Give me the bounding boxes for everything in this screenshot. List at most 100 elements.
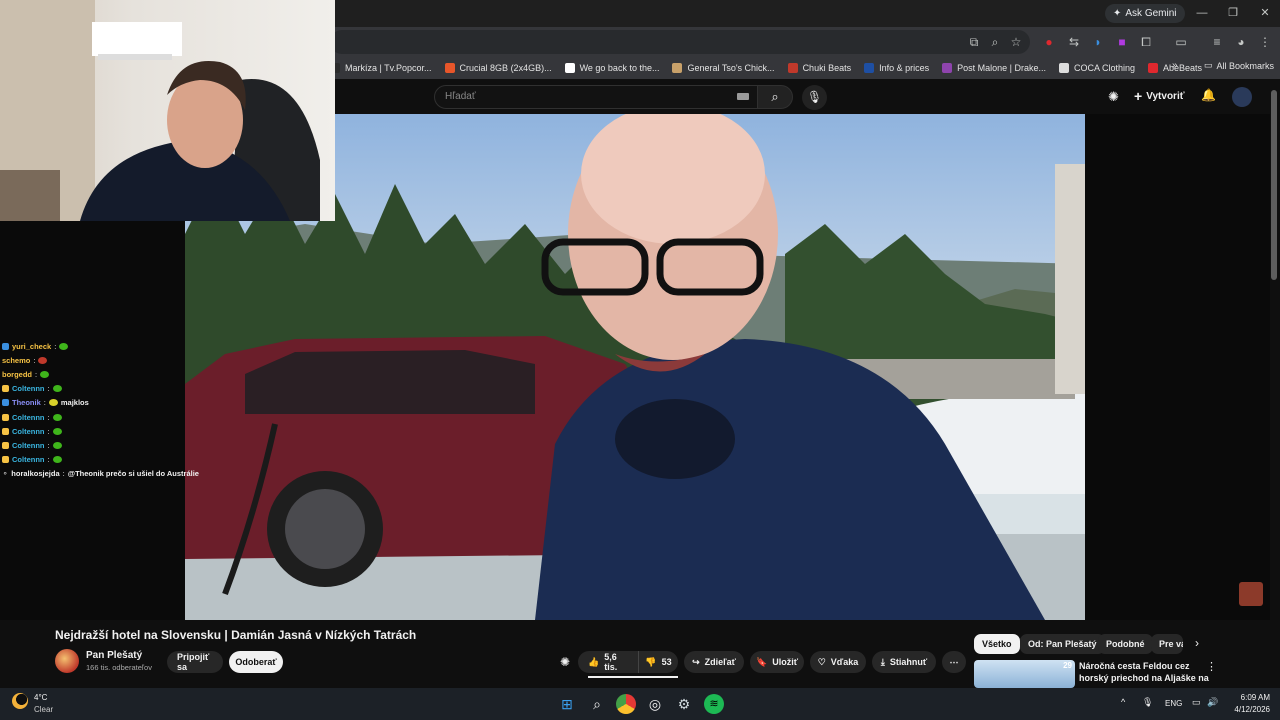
bookmark[interactable]: We go back to the...	[564, 63, 659, 73]
recommended-thumbnail[interactable]: 29	[974, 660, 1075, 688]
share-button[interactable]: ↪ Zdieľať	[684, 651, 744, 673]
microphone-icon[interactable]: 🎙	[1142, 697, 1153, 708]
gemini-icon: ✦	[1113, 8, 1122, 19]
emote-icon	[52, 385, 62, 393]
bookmark[interactable]: General Tso's Chick...	[672, 63, 775, 73]
puzzle-icon[interactable]: ⧠	[1137, 33, 1155, 51]
sparkle-icon[interactable]: ✺	[1108, 89, 1119, 105]
bookmark[interactable]: Info & prices	[864, 63, 929, 73]
extension-icon[interactable]: ■	[1113, 33, 1131, 51]
chat-text: majklos	[60, 398, 89, 408]
more-actions-icon[interactable]: ⋯	[942, 651, 966, 673]
bookmark-favicon	[787, 63, 798, 73]
emote-icon	[59, 342, 69, 350]
scrollbar[interactable]	[1271, 90, 1277, 280]
volume-icon[interactable]: 🔊	[1207, 697, 1218, 708]
download-button[interactable]: ⤓ Stiahnuť	[872, 651, 936, 673]
bookmark-favicon	[1148, 63, 1159, 73]
maximize-icon[interactable]: ❐	[1218, 4, 1248, 22]
search-icon[interactable]: ⌕	[757, 85, 793, 109]
clock-date[interactable]: 4/12/2026	[1222, 705, 1270, 714]
extension-icon[interactable]: ●	[1040, 33, 1058, 51]
address-bar[interactable]	[330, 30, 1030, 54]
install-icon[interactable]: ⧉	[965, 33, 983, 51]
all-bookmarks-button[interactable]: ▭ All Bookmarks	[1204, 60, 1274, 71]
chevron-right-icon[interactable]: »	[1172, 60, 1178, 71]
ask-gemini-button[interactable]: ✦ Ask Gemini	[1105, 4, 1185, 23]
bookmark-label: Markíza | Tv.Popcor...	[345, 63, 432, 73]
profile-avatar[interactable]: ◕	[1232, 33, 1250, 51]
cast-icon[interactable]: ▭	[1172, 33, 1190, 51]
chat-message: borgedd:	[2, 367, 192, 381]
chat-message: schemo:	[2, 353, 192, 367]
bookmark[interactable]: COCA Clothing	[1059, 63, 1135, 73]
more-options-icon[interactable]: ⋮	[1206, 660, 1217, 673]
all-bookmarks-label: All Bookmarks	[1216, 60, 1275, 71]
steam-icon[interactable]: ⚙	[674, 694, 694, 714]
avatar[interactable]	[1239, 582, 1263, 606]
download-icon: ⤓	[880, 656, 885, 667]
language-indicator[interactable]: ENG	[1165, 699, 1182, 708]
emote-icon	[52, 413, 62, 421]
clock-time[interactable]: 6:09 AM	[1222, 693, 1270, 702]
like-ratio-bar	[588, 676, 678, 678]
sparkle-icon[interactable]: ✺	[560, 655, 570, 669]
chip-related[interactable]: Podobné	[1098, 634, 1153, 654]
chevron-right-icon[interactable]: ›	[1195, 636, 1199, 650]
bookmark[interactable]: Post Malone | Drake...	[942, 63, 1046, 73]
channel-name[interactable]: Pan Plešatý	[86, 650, 142, 661]
thanks-button[interactable]: ♡ Vďaka	[810, 651, 866, 673]
keyboard-icon[interactable]	[737, 93, 749, 100]
bookmark[interactable]: Markíza | Tv.Popcor...	[330, 63, 432, 73]
emote-icon	[40, 370, 50, 378]
minimize-icon[interactable]: —	[1187, 4, 1217, 22]
heart-dollar-icon: ♡	[817, 656, 826, 667]
search-icon[interactable]: ⌕	[587, 694, 607, 714]
rec-badge: 29	[1063, 661, 1072, 670]
zoom-icon[interactable]: ⌕	[986, 33, 1004, 51]
windows-start-icon[interactable]: ⊞	[557, 694, 577, 714]
bell-icon[interactable]: 🔔	[1201, 88, 1216, 102]
bookmark-label: COCA Clothing	[1074, 63, 1136, 73]
badge-icon	[2, 342, 9, 350]
chat-username: Coltennn	[12, 384, 45, 394]
chip-from-channel[interactable]: Od: Pan Plešatý	[1020, 634, 1105, 654]
create-button[interactable]: + Vytvoriť	[1134, 88, 1185, 104]
search-input[interactable]: Hľadať	[434, 85, 758, 109]
dislike-count: 53	[661, 657, 672, 667]
weather-desc[interactable]: Clear	[34, 705, 53, 714]
chip-for-you[interactable]: Pre vás	[1151, 634, 1183, 654]
chat-message: Coltennn:	[2, 453, 192, 467]
like-button[interactable]: 👍 5,6 tis.	[578, 651, 638, 673]
join-button[interactable]: Pripojiť sa	[167, 651, 223, 673]
chip-all[interactable]: Všetko	[974, 634, 1020, 654]
menu-icon[interactable]: ⋮	[1256, 33, 1274, 51]
moon-icon[interactable]	[12, 693, 28, 709]
like-count: 5,6 tis.	[604, 652, 618, 672]
dislike-button[interactable]: 👎 53	[638, 651, 678, 673]
weather-temp[interactable]: 4°C	[34, 693, 47, 702]
ask-gemini-label: Ask Gemini	[1125, 8, 1177, 19]
bookmark[interactable]: Crucial 8GB (2x4GB)...	[444, 63, 552, 73]
network-icon[interactable]: ▭	[1192, 697, 1201, 708]
chrome-icon[interactable]	[616, 694, 636, 714]
spotify-icon[interactable]: ≋	[704, 694, 724, 714]
extension-icon[interactable]: ◗	[1089, 33, 1107, 51]
extension-icon[interactable]: ⇆	[1065, 33, 1083, 51]
emote-icon	[52, 456, 62, 464]
queue-icon[interactable]: ≡	[1208, 33, 1226, 51]
bookmark[interactable]: Chuki Beats	[787, 63, 851, 73]
chat-message: Theonik: majklos	[2, 396, 192, 410]
channel-avatar[interactable]	[55, 649, 79, 673]
app-icon[interactable]: ◎	[645, 694, 665, 714]
chat-username: Theonik	[12, 398, 41, 408]
avatar[interactable]	[1232, 87, 1252, 107]
video-title: Nejdražší hotel na Slovensku | Damián Ja…	[55, 628, 417, 642]
chat-username: Coltennn	[12, 412, 45, 422]
close-icon[interactable]: ✕	[1250, 4, 1280, 22]
chevron-up-icon[interactable]: ^	[1121, 697, 1125, 707]
microphone-icon[interactable]: 🎙	[802, 85, 827, 110]
subscribe-button[interactable]: Odoberať	[229, 651, 283, 673]
star-icon[interactable]: ☆	[1007, 33, 1025, 51]
save-button[interactable]: 🔖 Uložiť	[750, 651, 804, 673]
